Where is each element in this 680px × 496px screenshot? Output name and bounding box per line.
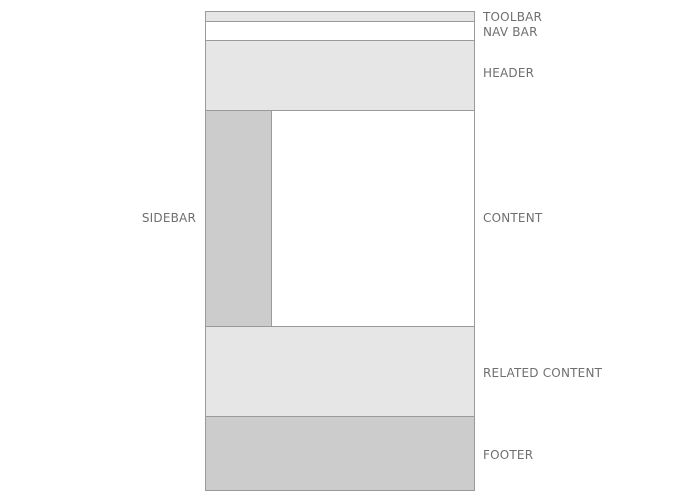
related-content-region [205, 326, 475, 417]
footer-label: FOOTER [483, 448, 534, 462]
footer-region [205, 416, 475, 491]
related-content-label: RELATED CONTENT [483, 366, 603, 380]
sidebar-label: SIDEBAR [141, 211, 196, 225]
page-layout-wireframe: TOOLBAR NAV BAR HEADER SIDEBAR CONTENT R… [0, 0, 680, 496]
toolbar-label: TOOLBAR [483, 10, 543, 24]
header-label: HEADER [483, 66, 535, 80]
nav-bar-label: NAV BAR [483, 25, 538, 39]
header-region [205, 40, 475, 111]
content-label: CONTENT [483, 211, 543, 225]
nav-bar-region [205, 21, 475, 41]
sidebar-region [205, 110, 272, 327]
